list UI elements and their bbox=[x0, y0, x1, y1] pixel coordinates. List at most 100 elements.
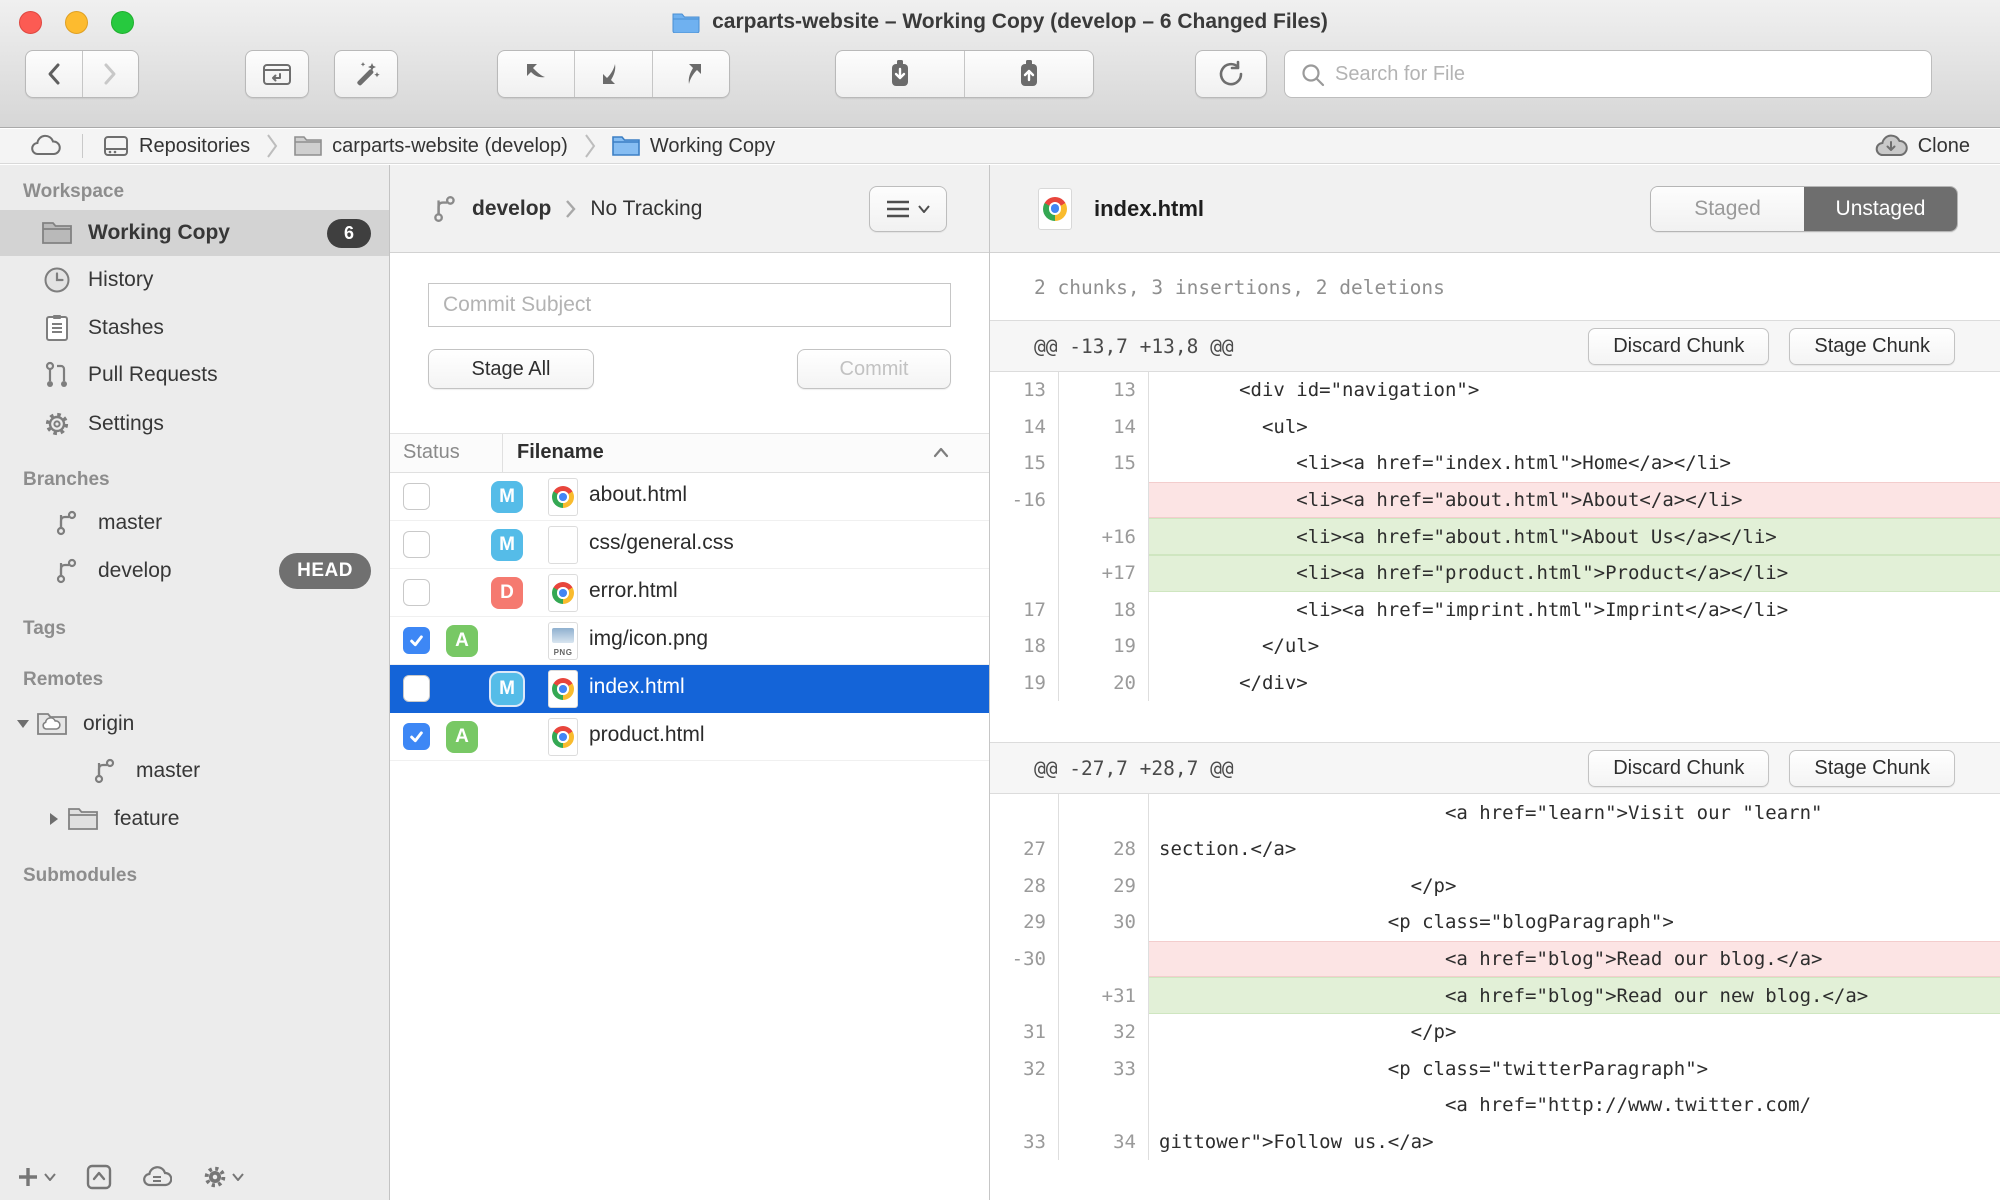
sidebar-item-history[interactable]: History bbox=[0, 257, 389, 303]
diff-line-add: +31 <a href="blog">Read our new blog.</a… bbox=[990, 977, 2000, 1014]
quick-actions-button[interactable] bbox=[334, 50, 398, 98]
filename-column-header[interactable]: Filename bbox=[517, 441, 604, 464]
view-options-button[interactable] bbox=[869, 186, 947, 232]
stage-chunk-button[interactable]: Stage Chunk bbox=[1789, 328, 1955, 365]
chrome-file-icon bbox=[548, 478, 578, 516]
add-button[interactable] bbox=[16, 1165, 56, 1189]
sidebar-item-settings[interactable]: Settings bbox=[0, 401, 389, 447]
forward-button[interactable] bbox=[83, 51, 139, 97]
diff-line-del: -30 <a href="blog">Read our blog.</a> bbox=[990, 941, 2000, 978]
file-row[interactable]: Mabout.html bbox=[390, 473, 989, 521]
diff-line-ctx: 1414 <ul> bbox=[990, 409, 2000, 446]
breadcrumb-repositories[interactable]: Repositories bbox=[103, 134, 250, 158]
sidebar-item-stashes[interactable]: Stashes bbox=[0, 305, 389, 351]
new-line-number bbox=[1059, 794, 1149, 831]
file-row[interactable]: APNGimg/icon.png bbox=[390, 617, 989, 665]
disclosure-right-icon[interactable] bbox=[44, 812, 64, 826]
new-line-number: 15 bbox=[1059, 445, 1149, 482]
gear-menu-button[interactable] bbox=[202, 1164, 244, 1190]
sidebar-header-submodules: Submodules bbox=[0, 853, 389, 899]
stage-all-button[interactable]: Stage All bbox=[428, 349, 594, 389]
sidebar-item-remote-origin[interactable]: origin bbox=[0, 701, 389, 747]
gear-icon bbox=[42, 410, 72, 438]
breadcrumb-label: Working Copy bbox=[650, 135, 775, 158]
file-table-header[interactable]: Status Filename bbox=[390, 433, 989, 473]
sidebar-item-branch-master[interactable]: master bbox=[0, 500, 389, 546]
unstaged-tab[interactable]: Unstaged bbox=[1804, 187, 1957, 231]
diff-line-ctx: 1313 <div id="navigation"> bbox=[990, 372, 2000, 409]
file-row[interactable]: Derror.html bbox=[390, 569, 989, 617]
status-badge-modified: M bbox=[491, 529, 523, 561]
breadcrumb-repo[interactable]: carparts-website (develop) bbox=[294, 135, 568, 158]
file-checkbox[interactable] bbox=[403, 579, 430, 606]
zoom-button[interactable] bbox=[111, 11, 134, 34]
open-repo-button[interactable] bbox=[245, 50, 309, 98]
back-button[interactable] bbox=[26, 51, 83, 97]
cloud-service-icon bbox=[142, 1165, 172, 1189]
code-text: <ul> bbox=[1149, 409, 2000, 446]
breadcrumb-working-copy[interactable]: Working Copy bbox=[612, 135, 775, 158]
old-line-number: 14 bbox=[990, 409, 1059, 446]
old-line-number: -30 bbox=[990, 941, 1059, 978]
status-column-header[interactable]: Status bbox=[403, 441, 460, 464]
file-row[interactable]: Mcss/general.css bbox=[390, 521, 989, 569]
old-line-number: 27 bbox=[990, 831, 1059, 868]
clone-button[interactable]: Clone bbox=[1874, 133, 1970, 159]
push-button[interactable] bbox=[653, 51, 729, 97]
file-checkbox[interactable] bbox=[403, 675, 430, 702]
cloud-icon[interactable] bbox=[30, 134, 62, 158]
clipboard-icon bbox=[42, 314, 72, 342]
commit-subject-input[interactable] bbox=[428, 283, 951, 327]
diff-line-ctx: <a href="learn">Visit our "learn" bbox=[990, 794, 2000, 831]
changed-files-badge: 6 bbox=[327, 219, 371, 248]
current-branch-label[interactable]: develop bbox=[472, 197, 551, 221]
discard-chunk-button[interactable]: Discard Chunk bbox=[1588, 750, 1769, 787]
chevron-down-icon bbox=[44, 1173, 56, 1181]
pull-arrow-icon bbox=[603, 64, 615, 84]
code-text: <li><a href="about.html">About</a></li> bbox=[1149, 482, 2000, 519]
stash-apply-button[interactable] bbox=[965, 51, 1093, 97]
branch-icon bbox=[52, 509, 82, 537]
stash-save-button[interactable] bbox=[836, 51, 965, 97]
discard-chunk-button[interactable]: Discard Chunk bbox=[1588, 328, 1769, 365]
file-checkbox[interactable] bbox=[403, 531, 430, 558]
sidebar-item-label: Working Copy bbox=[88, 221, 230, 245]
merge-arrow-icon bbox=[527, 64, 545, 77]
disclosure-down-icon[interactable] bbox=[13, 719, 33, 729]
refresh-button[interactable] bbox=[1195, 50, 1267, 98]
file-checkbox[interactable] bbox=[403, 483, 430, 510]
sidebar-item-working-copy[interactable]: Working Copy 6 bbox=[0, 210, 389, 256]
stage-chunk-button[interactable]: Stage Chunk bbox=[1789, 750, 1955, 787]
old-line-number: 18 bbox=[990, 628, 1059, 665]
tracking-status-label[interactable]: No Tracking bbox=[590, 197, 702, 221]
new-line-number: 13 bbox=[1059, 372, 1149, 409]
chunk-header: @@ -27,7 +28,7 @@Discard ChunkStage Chun… bbox=[990, 742, 2000, 794]
old-line-number: 17 bbox=[990, 592, 1059, 629]
pull-button[interactable] bbox=[575, 51, 652, 97]
main-area: Workspace Working Copy 6 History Stashes… bbox=[0, 165, 2000, 1200]
diff-line-ctx: 2728section.</a> bbox=[990, 831, 2000, 868]
minimize-button[interactable] bbox=[65, 11, 88, 34]
diff-line-ctx: 3334gittower">Follow us.</a> bbox=[990, 1124, 2000, 1161]
sidebar-item-origin-master[interactable]: master bbox=[0, 748, 389, 794]
sidebar-item-pull-requests[interactable]: Pull Requests bbox=[0, 352, 389, 398]
close-button[interactable] bbox=[19, 11, 42, 34]
file-checkbox-checked[interactable] bbox=[403, 723, 430, 750]
file-checkbox-checked[interactable] bbox=[403, 627, 430, 654]
cloud-service-button[interactable] bbox=[142, 1165, 172, 1189]
merge-button[interactable] bbox=[498, 51, 575, 97]
file-search bbox=[1284, 50, 1932, 98]
code-text: gittower">Follow us.</a> bbox=[1149, 1124, 2000, 1161]
sidebar-item-feature-folder[interactable]: feature bbox=[0, 796, 389, 842]
file-row[interactable]: Mindex.html bbox=[390, 665, 989, 713]
code-text: </ul> bbox=[1149, 628, 2000, 665]
export-button[interactable] bbox=[86, 1164, 112, 1190]
commit-button[interactable]: Commit bbox=[797, 349, 951, 389]
png-file-icon: PNG bbox=[548, 622, 578, 660]
sidebar-item-branch-develop[interactable]: develop HEAD bbox=[0, 548, 389, 594]
toolbar bbox=[0, 50, 2000, 98]
new-line-number bbox=[1059, 482, 1149, 519]
file-row[interactable]: Aproduct.html bbox=[390, 713, 989, 761]
staged-tab[interactable]: Staged bbox=[1651, 187, 1804, 231]
search-input[interactable] bbox=[1284, 50, 1932, 98]
